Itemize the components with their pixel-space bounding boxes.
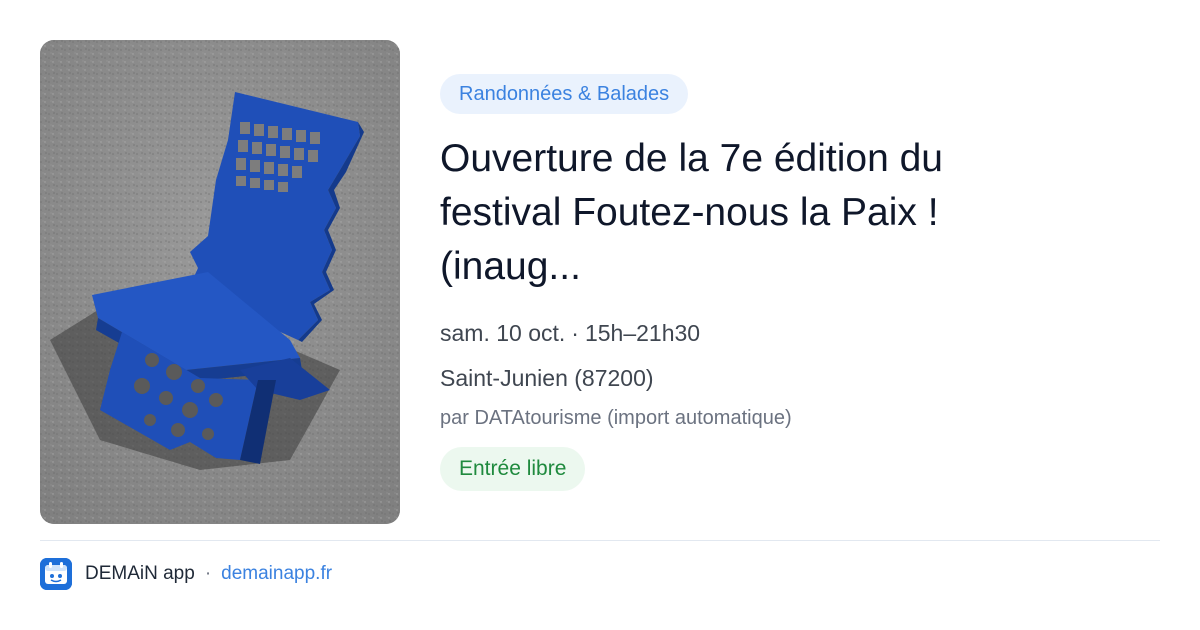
datetime-separator: · xyxy=(571,320,579,346)
event-details: Randonnées & Balades Ouverture de la 7e … xyxy=(440,74,1160,491)
price-badge: Entrée libre xyxy=(440,447,586,491)
event-datetime: sam. 10 oct. · 15h–21h30 xyxy=(440,316,1160,350)
event-date: sam. 10 oct. xyxy=(440,320,566,346)
event-source: par DATAtourisme (import automatique) xyxy=(440,407,792,429)
demain-app-logo-icon[interactable] xyxy=(40,558,72,590)
event-title[interactable]: Ouverture de la 7e édition du festival F… xyxy=(440,132,1040,294)
event-location: Saint-Junien (87200) xyxy=(440,365,654,391)
category-badge[interactable]: Randonnées & Balades xyxy=(440,74,689,114)
event-time: 15h–21h30 xyxy=(584,320,701,346)
footer-divider xyxy=(40,540,1160,541)
event-image[interactable] xyxy=(40,40,400,524)
chair-photo xyxy=(40,40,400,524)
app-name: DEMAiN app xyxy=(85,563,195,584)
app-domain-link[interactable]: demainapp.fr xyxy=(221,563,332,585)
footer-separator: · xyxy=(204,563,212,584)
footer: DEMAiN app · demainapp.fr xyxy=(40,558,332,590)
